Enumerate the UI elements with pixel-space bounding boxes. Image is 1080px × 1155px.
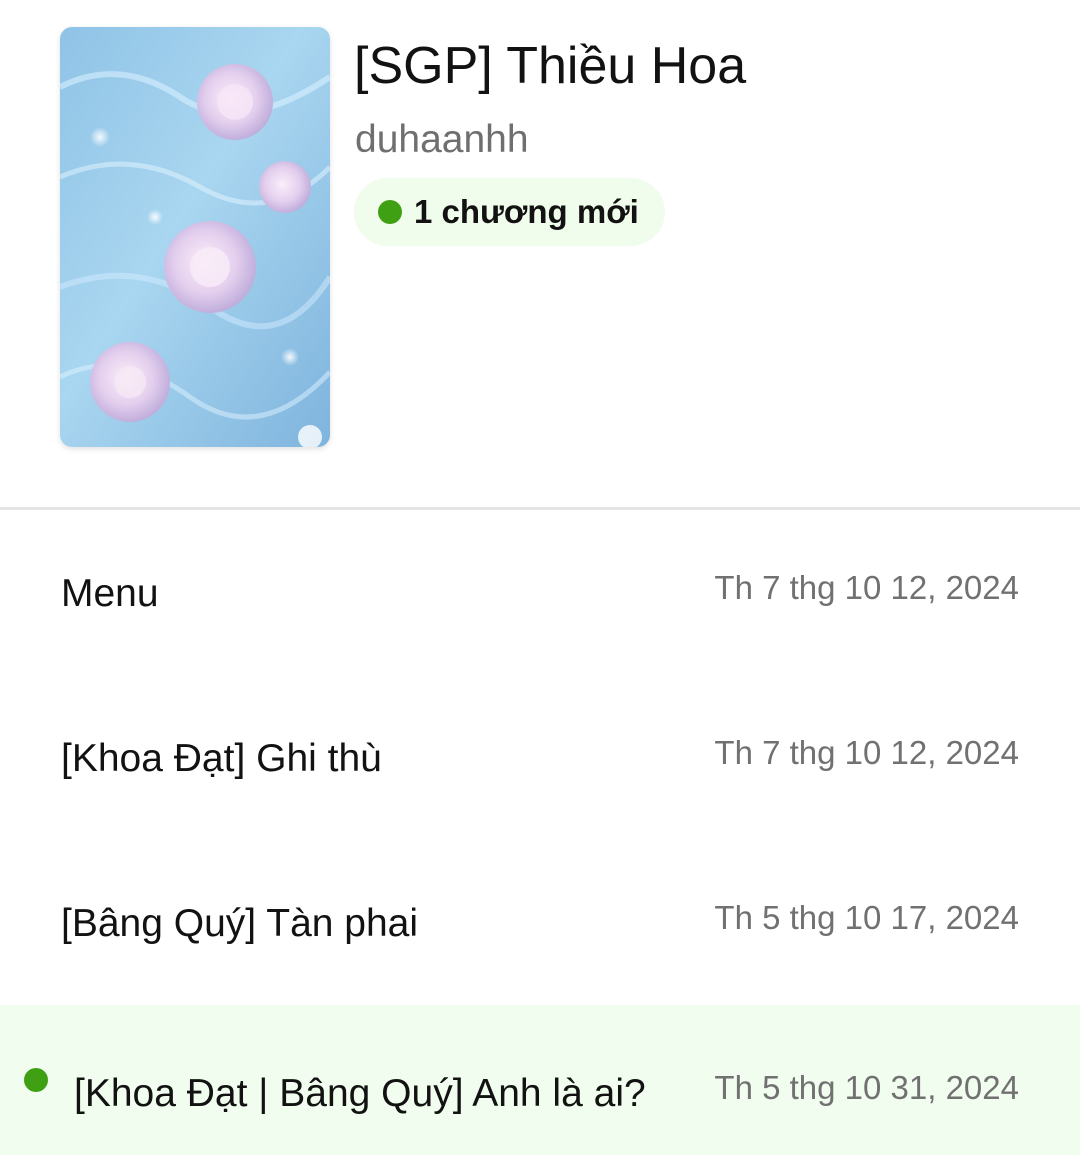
chapter-row[interactable]: [Khoa Đạt] Ghi thù Th 7 thg 10 12, 2024 [0,675,1080,840]
chapter-date: Th 7 thg 10 12, 2024 [714,569,1019,606]
chapter-title: [Bâng Quý] Tàn phai [61,902,419,945]
chapter-title: [Khoa Đạt | Bâng Quý] Anh là ai? [74,1072,646,1115]
story-title: [SGP] Thiều Hoa [354,37,747,95]
story-cover-image[interactable] [60,27,330,447]
chapter-date: Th 5 thg 10 17, 2024 [714,899,1019,936]
chapter-date: Th 5 thg 10 31, 2024 [714,1069,1019,1106]
cover-artwork [60,27,330,447]
chapter-row[interactable]: Menu Th 7 thg 10 12, 2024 [0,510,1080,675]
new-chapters-badge: 1 chương mới [354,178,665,246]
story-details-page: [SGP] Thiều Hoa duhaanhh 1 chương mới Me… [0,0,1080,1155]
chapter-title: Menu [61,572,159,615]
chapter-list: Menu Th 7 thg 10 12, 2024 [Khoa Đạt] Ghi… [0,510,1080,1155]
chapter-date: Th 7 thg 10 12, 2024 [714,734,1019,771]
author-name[interactable]: duhaanhh [355,116,529,164]
chapter-row[interactable]: [Bâng Quý] Tàn phai Th 5 thg 10 17, 2024 [0,840,1080,1005]
chapter-title: [Khoa Đạt] Ghi thù [61,737,382,780]
new-chapter-dot-icon [24,1068,48,1092]
new-chapters-label: 1 chương mới [414,193,639,230]
chapter-row-new[interactable]: [Khoa Đạt | Bâng Quý] Anh là ai? Th 5 th… [0,1005,1080,1155]
new-indicator-dot-icon [378,200,402,224]
story-header: [SGP] Thiều Hoa duhaanhh 1 chương mới [0,0,1080,508]
